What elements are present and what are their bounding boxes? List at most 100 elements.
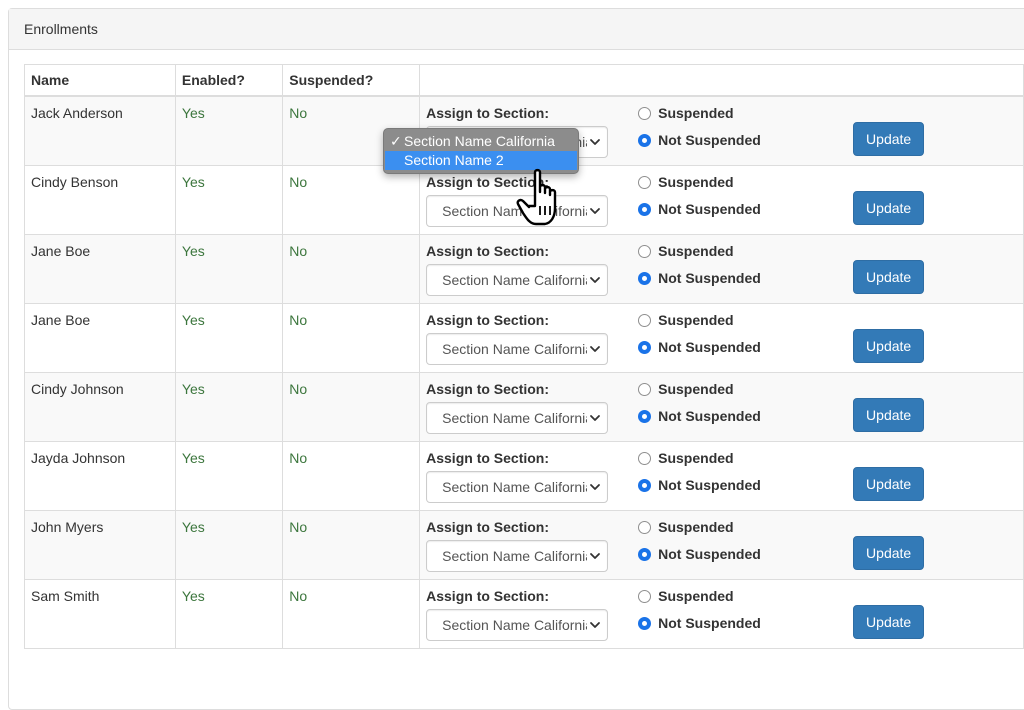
row-controls: Assign to Section: Section Name Californi…	[419, 510, 1024, 580]
not-suspended-radio[interactable]: Not Suspended	[638, 477, 761, 493]
student-name: Sam Smith	[24, 579, 176, 649]
assign-section-label: Assign to Section:	[426, 450, 550, 466]
update-button[interactable]: Update	[853, 605, 925, 639]
radio-unchecked-icon	[638, 589, 652, 603]
not-suspended-radio-label: Not Suspended	[658, 339, 761, 355]
chevron-down-icon	[590, 415, 601, 421]
update-button[interactable]: Update	[853, 191, 925, 225]
radio-unchecked-icon	[638, 451, 652, 465]
not-suspended-radio-label: Not Suspended	[658, 270, 761, 286]
section-select[interactable]: Section Name California	[426, 471, 609, 503]
section-select[interactable]: Section Name California	[426, 609, 609, 641]
not-suspended-radio[interactable]: Not Suspended	[638, 132, 761, 148]
suspended-radio[interactable]: Suspended	[638, 174, 734, 190]
section-select-value: Section Name California	[442, 341, 588, 357]
section-select[interactable]: Section Name California	[426, 333, 609, 365]
enabled-value: Yes	[174, 441, 284, 511]
suspended-radio-label: Suspended	[658, 519, 734, 535]
section-select-value: Section Name California	[442, 410, 588, 426]
header-name: Name	[24, 64, 176, 97]
chevron-down-icon	[590, 139, 601, 145]
row-controls: Assign to Section: Section Name Californi…	[419, 303, 1024, 373]
update-button[interactable]: Update	[853, 398, 925, 432]
radio-checked-icon	[638, 547, 652, 561]
not-suspended-radio[interactable]: Not Suspended	[638, 270, 761, 286]
update-button[interactable]: Update	[853, 260, 925, 294]
section-select-value: Section Name California	[442, 548, 588, 564]
table-header-row: Name Enabled? Suspended?	[24, 64, 1024, 97]
radio-unchecked-icon	[638, 244, 652, 258]
assign-section-label: Assign to Section:	[426, 312, 550, 328]
chevron-down-icon	[590, 277, 601, 283]
suspended-radio-label: Suspended	[658, 174, 734, 190]
radio-checked-icon	[638, 478, 652, 492]
not-suspended-radio[interactable]: Not Suspended	[638, 201, 761, 217]
not-suspended-radio[interactable]: Not Suspended	[638, 546, 761, 562]
student-name: Jack Anderson	[24, 95, 176, 166]
student-name: Jane Boe	[24, 234, 176, 304]
section-select-value: Section Name California	[442, 479, 588, 495]
update-button[interactable]: Update	[853, 536, 925, 570]
suspended-value: No	[282, 165, 421, 235]
not-suspended-radio[interactable]: Not Suspended	[638, 339, 761, 355]
suspended-value: No	[282, 510, 421, 580]
not-suspended-radio-label: Not Suspended	[658, 132, 761, 148]
suspended-radio[interactable]: Suspended	[638, 450, 734, 466]
row-controls: Assign to Section: Section Name Californi…	[419, 372, 1024, 442]
header-suspended: Suspended?	[282, 64, 421, 97]
radio-checked-icon	[638, 133, 652, 147]
dropdown-option-california[interactable]: ✓ Section Name California	[384, 132, 578, 151]
student-name: Jane Boe	[24, 303, 176, 373]
table-row: Jayda Johnson Yes No Assign to Section: Sect…	[24, 441, 1024, 511]
assign-section-label: Assign to Section:	[426, 381, 550, 397]
radio-checked-icon	[638, 271, 652, 285]
update-button[interactable]: Update	[853, 122, 925, 156]
pointing-hand-cursor-icon	[516, 168, 557, 226]
suspended-radio[interactable]: Suspended	[638, 312, 734, 328]
table-row: Jane Boe Yes No Assign to Section: Section N…	[24, 303, 1024, 373]
table-row: Jane Boe Yes No Assign to Section: Section N…	[24, 234, 1024, 304]
enabled-value: Yes	[174, 579, 284, 649]
chevron-down-icon	[590, 346, 601, 352]
assign-section-label: Assign to Section:	[426, 519, 550, 535]
section-select[interactable]: Section Name California	[426, 402, 609, 434]
suspended-value: No	[282, 441, 421, 511]
suspended-value: No	[282, 372, 421, 442]
header-enabled: Enabled?	[174, 64, 284, 97]
update-button[interactable]: Update	[853, 329, 925, 363]
section-select-value: Section Name California	[442, 272, 588, 288]
section-select[interactable]: Section Name California	[426, 264, 609, 296]
dropdown-option-label: Section Name California	[404, 133, 555, 149]
table-row: John Myers Yes No Assign to Section: Section…	[24, 510, 1024, 580]
radio-checked-icon	[638, 616, 652, 630]
suspended-radio-label: Suspended	[658, 105, 734, 121]
suspended-radio[interactable]: Suspended	[638, 243, 734, 259]
not-suspended-radio-label: Not Suspended	[658, 477, 761, 493]
dropdown-option-label: Section Name 2	[404, 152, 504, 168]
suspended-radio[interactable]: Suspended	[638, 588, 734, 604]
chevron-down-icon	[590, 553, 601, 559]
enabled-value: Yes	[174, 234, 284, 304]
row-controls: Assign to Section: Section Name Californi…	[419, 234, 1024, 304]
suspended-value: No	[282, 579, 421, 649]
suspended-radio[interactable]: Suspended	[638, 105, 734, 121]
section-select[interactable]: Section Name California	[426, 540, 609, 572]
suspended-radio[interactable]: Suspended	[638, 519, 734, 535]
radio-unchecked-icon	[638, 313, 652, 327]
not-suspended-radio[interactable]: Not Suspended	[638, 408, 761, 424]
radio-checked-icon	[638, 340, 652, 354]
radio-unchecked-icon	[638, 382, 652, 396]
suspended-radio[interactable]: Suspended	[638, 381, 734, 397]
row-controls: Assign to Section:Section Name Californi…	[419, 165, 1024, 235]
radio-checked-icon	[638, 202, 652, 216]
radio-checked-icon	[638, 409, 652, 423]
table-row: Cindy Johnson Yes No Assign to Section: Sect…	[24, 372, 1024, 442]
not-suspended-radio[interactable]: Not Suspended	[638, 615, 761, 631]
update-button[interactable]: Update	[853, 467, 925, 501]
assign-section-label: Assign to Section:	[426, 588, 550, 604]
assign-section-label: Assign to Section:	[426, 243, 550, 259]
suspended-radio-label: Suspended	[658, 312, 734, 328]
student-name: John Myers	[24, 510, 176, 580]
section-select-value: Section Name California	[442, 617, 588, 633]
suspended-value: No	[282, 303, 421, 373]
